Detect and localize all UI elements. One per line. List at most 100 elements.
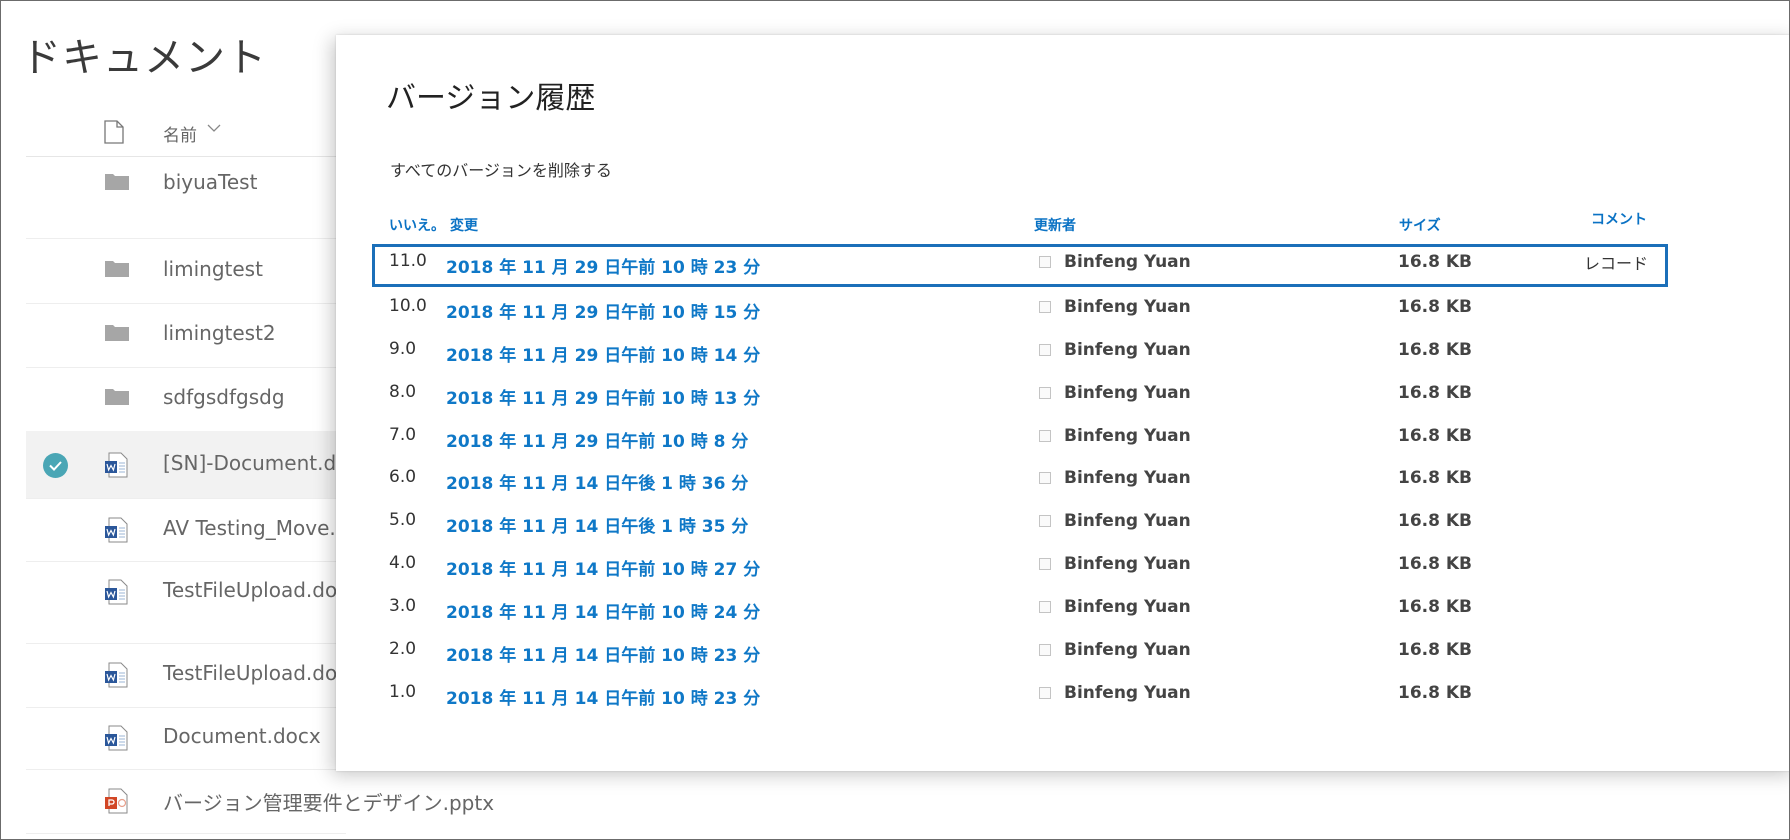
- version-number: 8.0: [389, 382, 417, 402]
- library-item-name[interactable]: [SN]-Document.do: [163, 451, 348, 475]
- version-number: 4.0: [389, 553, 417, 573]
- version-date-link[interactable]: 2018 年 11 月 29 日午前 10 時 15 分: [446, 298, 760, 323]
- library-item-name[interactable]: AV Testing_Move.: [163, 516, 336, 540]
- version-date-link[interactable]: 2018 年 11 月 14 日午前 10 時 23 分: [446, 684, 760, 709]
- library-item-name[interactable]: limingtest2: [163, 321, 276, 345]
- version-number: 6.0: [389, 467, 417, 487]
- column-header-modified[interactable]: 変更: [450, 215, 478, 235]
- version-row[interactable]: 1.0 2018 年 11 月 14 日午前 10 時 23 分 Binfeng Y…: [372, 675, 1668, 714]
- version-date-link[interactable]: 2018 年 11 月 29 日午前 10 時 13 分: [446, 384, 760, 409]
- modified-by-name[interactable]: Binfeng Yuan: [1064, 340, 1191, 360]
- version-row[interactable]: 8.0 2018 年 11 月 29 日午前 10 時 13 分 Binfeng Y…: [372, 375, 1668, 414]
- library-item[interactable]: AV Testing_Move.: [26, 498, 346, 562]
- library-item[interactable]: バージョン管理要件とデザイン.pptx: [26, 769, 494, 834]
- version-date-link[interactable]: 2018 年 11 月 14 日午後 1 時 36 分: [446, 469, 748, 494]
- version-number: 5.0: [389, 510, 417, 530]
- library-item-name[interactable]: TestFileUpload.do: [163, 578, 337, 602]
- modified-by-name[interactable]: Binfeng Yuan: [1064, 468, 1191, 488]
- folder-file-icon: [104, 258, 130, 282]
- version-date-link[interactable]: 2018 年 11 月 14 日午前 10 時 23 分: [446, 641, 760, 666]
- presence-icon: [1039, 344, 1051, 356]
- word-file-icon: [104, 579, 128, 609]
- version-size: 16.8 KB: [1398, 468, 1472, 488]
- modified-by-name[interactable]: Binfeng Yuan: [1064, 252, 1191, 272]
- version-number: 11.0: [389, 251, 427, 271]
- presence-icon: [1039, 644, 1051, 656]
- version-comment: レコード: [1584, 254, 1649, 273]
- version-size: 16.8 KB: [1398, 554, 1472, 574]
- column-header-modified-by[interactable]: 更新者: [1034, 215, 1076, 235]
- library-item-name[interactable]: バージョン管理要件とデザイン.pptx: [163, 787, 494, 816]
- version-row[interactable]: 3.0 2018 年 11 月 14 日午前 10 時 24 分 Binfeng Y…: [372, 589, 1668, 628]
- version-size: 16.8 KB: [1398, 340, 1472, 360]
- version-number: 1.0: [389, 682, 417, 702]
- library-column-header: 名前: [26, 106, 346, 157]
- version-row[interactable]: 11.0 2018 年 11 月 29 日午前 10 時 23 分 Binfeng …: [372, 244, 1668, 287]
- selected-check-icon[interactable]: [43, 453, 68, 478]
- library-item[interactable]: TestFileUpload.do: [26, 561, 346, 644]
- version-date-link[interactable]: 2018 年 11 月 29 日午前 10 時 23 分: [446, 253, 760, 278]
- modified-by-name[interactable]: Binfeng Yuan: [1064, 683, 1191, 703]
- library-item-name[interactable]: limingtest: [163, 257, 263, 281]
- library-item[interactable]: TestFileUpload.do: [26, 643, 346, 708]
- version-number: 2.0: [389, 639, 417, 659]
- library-item[interactable]: Document.docx: [26, 707, 346, 770]
- version-date-link[interactable]: 2018 年 11 月 14 日午前 10 時 27 分: [446, 555, 760, 580]
- library-item-name[interactable]: sdfgsdfgsdg: [163, 385, 285, 409]
- file-type-icon: [104, 120, 124, 148]
- folder-file-icon: [104, 322, 130, 346]
- modified-by-name[interactable]: Binfeng Yuan: [1064, 511, 1191, 531]
- version-date-link[interactable]: 2018 年 11 月 29 日午前 10 時 8 分: [446, 427, 748, 452]
- version-number: 10.0: [389, 296, 427, 316]
- library-item[interactable]: [SN]-Document.do: [26, 431, 348, 499]
- modified-by-name[interactable]: Binfeng Yuan: [1064, 597, 1191, 617]
- column-header-comment[interactable]: コメント: [1591, 209, 1647, 229]
- version-size: 16.8 KB: [1398, 683, 1472, 703]
- folder-file-icon: [104, 171, 130, 195]
- version-row[interactable]: 4.0 2018 年 11 月 14 日午前 10 時 27 分 Binfeng Y…: [372, 546, 1668, 585]
- library-title: ドキュメント: [21, 35, 267, 81]
- version-date-link[interactable]: 2018 年 11 月 14 日午前 10 時 24 分: [446, 598, 760, 623]
- presence-icon: [1039, 430, 1051, 442]
- presence-icon: [1039, 472, 1051, 484]
- presence-icon: [1039, 515, 1051, 527]
- word-file-icon: [104, 725, 128, 755]
- modified-by-name[interactable]: Binfeng Yuan: [1064, 383, 1191, 403]
- version-row[interactable]: 5.0 2018 年 11 月 14 日午後 1 時 35 分 Binfeng Yu…: [372, 503, 1668, 542]
- presence-icon: [1039, 601, 1051, 613]
- name-column-header[interactable]: 名前: [163, 121, 197, 146]
- panel-title: バージョン履歴: [386, 81, 596, 116]
- word-file-icon: [104, 517, 128, 547]
- library-item-name[interactable]: TestFileUpload.do: [163, 661, 337, 685]
- library-item[interactable]: limingtest: [26, 238, 346, 304]
- library-item[interactable]: sdfgsdfgsdg: [26, 367, 346, 432]
- version-history-panel: バージョン履歴 すべてのバージョンを削除する いいえ。 変更 更新者 サイズ コ…: [336, 35, 1789, 771]
- library-item-name[interactable]: biyuaTest: [163, 170, 257, 194]
- version-size: 16.8 KB: [1398, 297, 1472, 317]
- column-header-size[interactable]: サイズ: [1399, 215, 1441, 235]
- version-row[interactable]: 10.0 2018 年 11 月 29 日午前 10 時 15 分 Binfeng …: [372, 289, 1668, 328]
- column-header-no[interactable]: いいえ。: [389, 215, 445, 235]
- library-item[interactable]: biyuaTest: [26, 153, 346, 239]
- screen: ドキュメント 名前 biyuaTest limingtest limingtest2…: [0, 0, 1790, 840]
- version-row[interactable]: 9.0 2018 年 11 月 29 日午前 10 時 14 分 Binfeng Y…: [372, 332, 1668, 371]
- version-row[interactable]: 7.0 2018 年 11 月 29 日午前 10 時 8 分 Binfeng Yu…: [372, 418, 1668, 457]
- modified-by-name[interactable]: Binfeng Yuan: [1064, 554, 1191, 574]
- version-date-link[interactable]: 2018 年 11 月 29 日午前 10 時 14 分: [446, 341, 760, 366]
- presence-icon: [1039, 256, 1051, 268]
- presence-icon: [1039, 687, 1051, 699]
- library-item[interactable]: limingtest2: [26, 303, 346, 368]
- version-row[interactable]: 2.0 2018 年 11 月 14 日午前 10 時 23 分 Binfeng Y…: [372, 632, 1668, 671]
- delete-all-versions-link[interactable]: すべてのバージョンを削除する: [390, 157, 612, 181]
- modified-by-name[interactable]: Binfeng Yuan: [1064, 297, 1191, 317]
- library-item-name[interactable]: Document.docx: [163, 724, 321, 748]
- version-size: 16.8 KB: [1398, 597, 1472, 617]
- folder-file-icon: [104, 386, 130, 410]
- version-date-link[interactable]: 2018 年 11 月 14 日午後 1 時 35 分: [446, 512, 748, 537]
- modified-by-name[interactable]: Binfeng Yuan: [1064, 426, 1191, 446]
- version-size: 16.8 KB: [1398, 252, 1472, 272]
- modified-by-name[interactable]: Binfeng Yuan: [1064, 640, 1191, 660]
- version-row[interactable]: 6.0 2018 年 11 月 14 日午後 1 時 36 分 Binfeng Yu…: [372, 460, 1668, 499]
- chevron-down-icon[interactable]: [206, 120, 222, 140]
- presence-icon: [1039, 558, 1051, 570]
